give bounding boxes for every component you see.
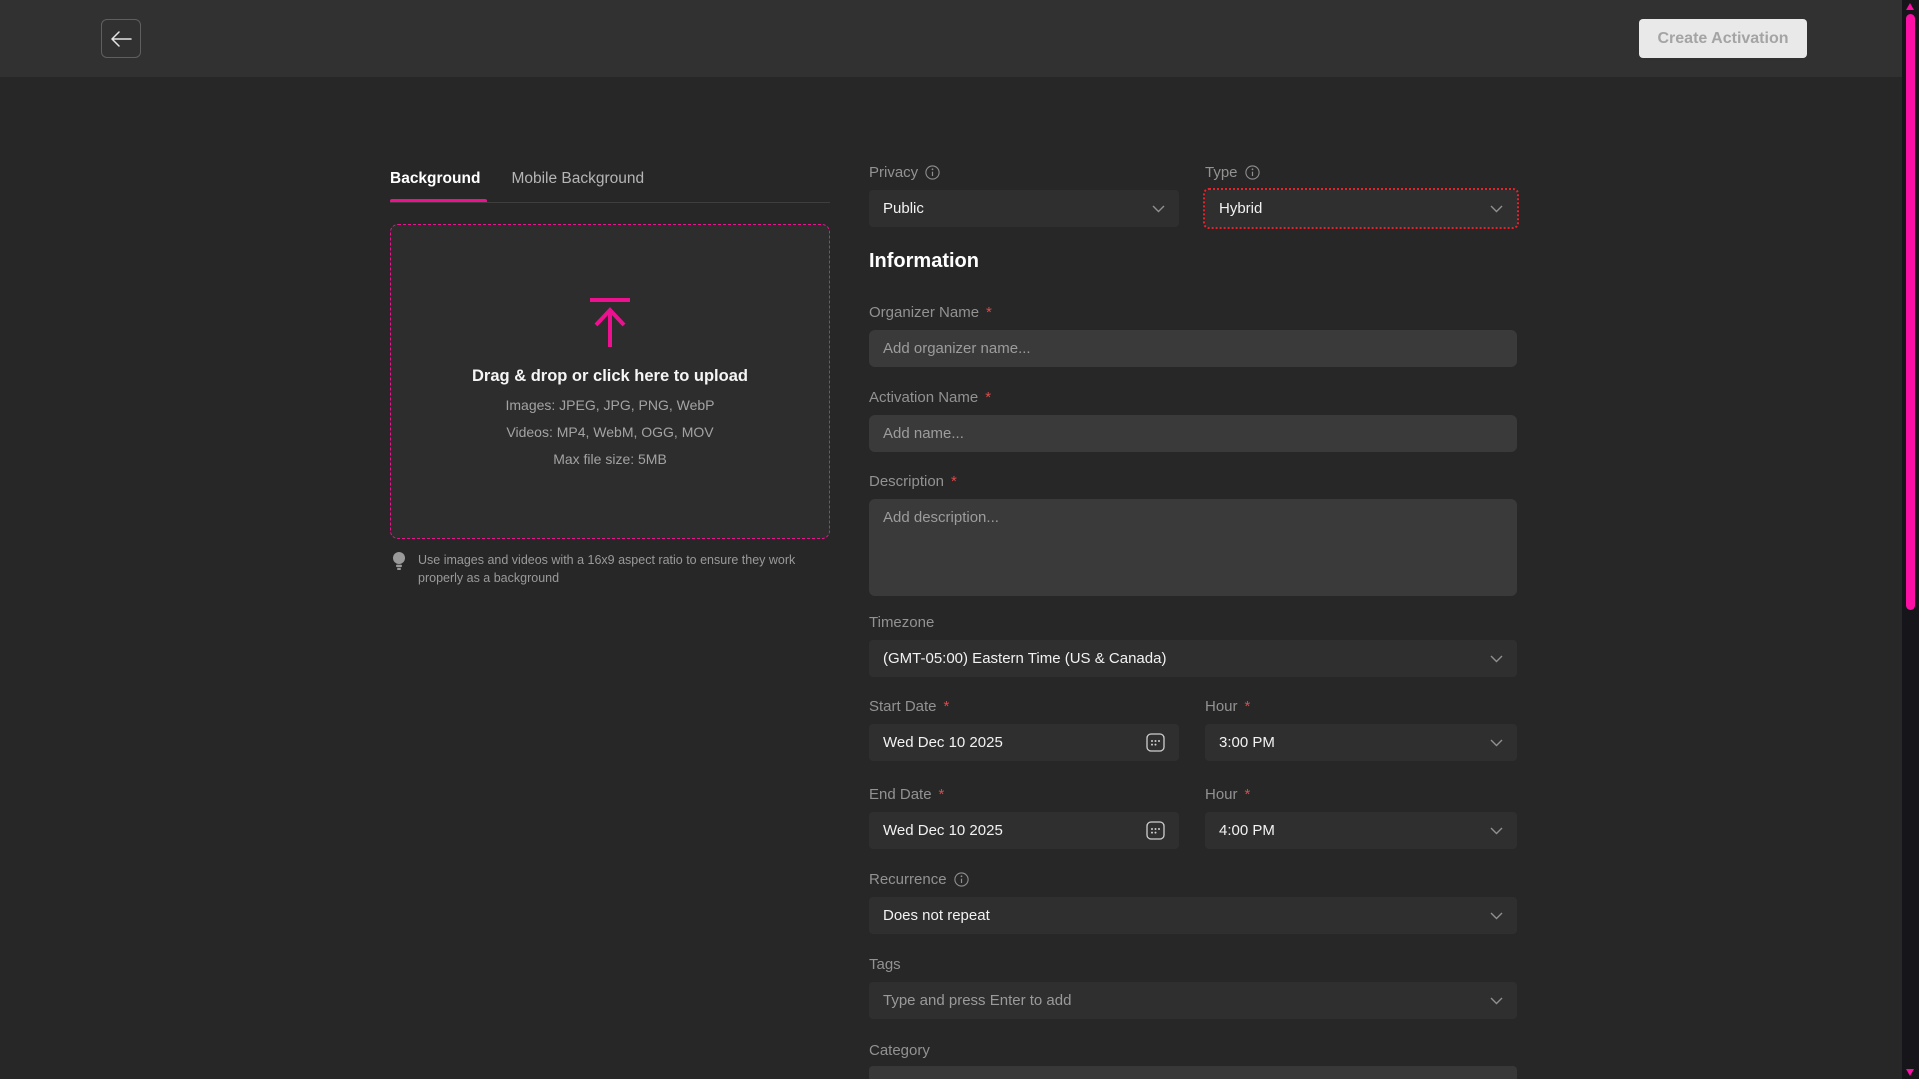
upload-arrow-icon: [583, 297, 637, 349]
lightbulb-icon: [392, 551, 406, 587]
chevron-down-icon: [1490, 912, 1503, 920]
end-date-label: End Date *: [869, 786, 944, 803]
back-button[interactable]: [101, 19, 141, 58]
required-marker: *: [944, 698, 950, 715]
upload-images-formats: Images: JPEG, JPG, PNG, WebP: [505, 397, 714, 413]
start-date-field[interactable]: Wed Dec 10 2025: [869, 724, 1179, 761]
organizer-name-label: Organizer Name *: [869, 304, 992, 321]
scrollbar-down-arrow[interactable]: [1906, 1069, 1914, 1076]
privacy-label: Privacy: [869, 164, 940, 181]
required-marker: *: [951, 473, 957, 490]
timezone-label: Timezone: [869, 614, 934, 631]
activation-name-input[interactable]: [869, 415, 1517, 452]
tags-input[interactable]: Type and press Enter to add: [869, 982, 1517, 1019]
type-dropdown[interactable]: Hybrid: [1205, 190, 1517, 227]
background-tabs: Background Mobile Background: [390, 170, 644, 200]
upload-max-size: Max file size: 5MB: [553, 451, 667, 467]
type-info-icon[interactable]: [1245, 165, 1260, 180]
top-bar: Create Activation: [0, 0, 1919, 77]
tags-placeholder: Type and press Enter to add: [883, 992, 1071, 1009]
chevron-down-icon: [1490, 827, 1503, 835]
chevron-down-icon: [1490, 205, 1503, 213]
description-textarea[interactable]: [869, 499, 1517, 596]
tab-divider: [390, 202, 830, 203]
information-section-title: Information: [869, 250, 979, 273]
category-dropdown[interactable]: [869, 1066, 1517, 1079]
timezone-value: (GMT-05:00) Eastern Time (US & Canada): [883, 650, 1166, 667]
required-marker: *: [1245, 786, 1251, 803]
scrollbar-up-arrow[interactable]: [1906, 3, 1914, 10]
recurrence-value: Does not repeat: [883, 907, 990, 924]
privacy-value: Public: [883, 200, 924, 217]
description-label: Description *: [869, 473, 957, 490]
start-hour-value: 3:00 PM: [1219, 734, 1275, 751]
start-date-value: Wed Dec 10 2025: [883, 734, 1003, 751]
start-hour-label: Hour *: [1205, 698, 1250, 715]
required-marker: *: [939, 786, 945, 803]
required-marker: *: [986, 304, 992, 321]
chevron-down-icon: [1490, 655, 1503, 663]
type-value: Hybrid: [1219, 200, 1262, 217]
recurrence-info-icon[interactable]: [954, 872, 969, 887]
back-arrow-icon: [110, 30, 132, 48]
create-activation-button[interactable]: Create Activation: [1639, 19, 1807, 58]
chevron-down-icon: [1152, 205, 1165, 213]
chevron-down-icon: [1490, 997, 1503, 1005]
tab-mobile-background[interactable]: Mobile Background: [511, 170, 644, 200]
organizer-name-input[interactable]: [869, 330, 1517, 367]
recurrence-label: Recurrence: [869, 871, 969, 888]
required-marker: *: [1245, 698, 1251, 715]
calendar-icon[interactable]: [1146, 733, 1165, 752]
required-marker: *: [985, 389, 991, 406]
scrollbar-thumb[interactable]: [1906, 14, 1915, 610]
timezone-dropdown[interactable]: (GMT-05:00) Eastern Time (US & Canada): [869, 640, 1517, 677]
upload-hint-text: Use images and videos with a 16x9 aspect…: [418, 551, 808, 587]
privacy-info-icon[interactable]: [925, 165, 940, 180]
end-date-value: Wed Dec 10 2025: [883, 822, 1003, 839]
recurrence-dropdown[interactable]: Does not repeat: [869, 897, 1517, 934]
end-hour-label: Hour *: [1205, 786, 1250, 803]
end-hour-value: 4:00 PM: [1219, 822, 1275, 839]
tags-label: Tags: [869, 956, 901, 973]
activation-name-label: Activation Name *: [869, 389, 991, 406]
upload-videos-formats: Videos: MP4, WebM, OGG, MOV: [506, 424, 713, 440]
end-hour-dropdown[interactable]: 4:00 PM: [1205, 812, 1517, 849]
calendar-icon[interactable]: [1146, 821, 1165, 840]
upload-hint: Use images and videos with a 16x9 aspect…: [392, 551, 808, 587]
start-date-label: Start Date *: [869, 698, 949, 715]
upload-dropzone[interactable]: Drag & drop or click here to upload Imag…: [390, 224, 830, 539]
tab-background[interactable]: Background: [390, 170, 480, 200]
scrollbar-track[interactable]: [1902, 0, 1919, 1079]
chevron-down-icon: [1490, 739, 1503, 747]
start-hour-dropdown[interactable]: 3:00 PM: [1205, 724, 1517, 761]
type-label: Type: [1205, 164, 1260, 181]
category-label: Category: [869, 1042, 930, 1059]
end-date-field[interactable]: Wed Dec 10 2025: [869, 812, 1179, 849]
upload-title: Drag & drop or click here to upload: [472, 367, 748, 386]
privacy-dropdown[interactable]: Public: [869, 190, 1179, 227]
